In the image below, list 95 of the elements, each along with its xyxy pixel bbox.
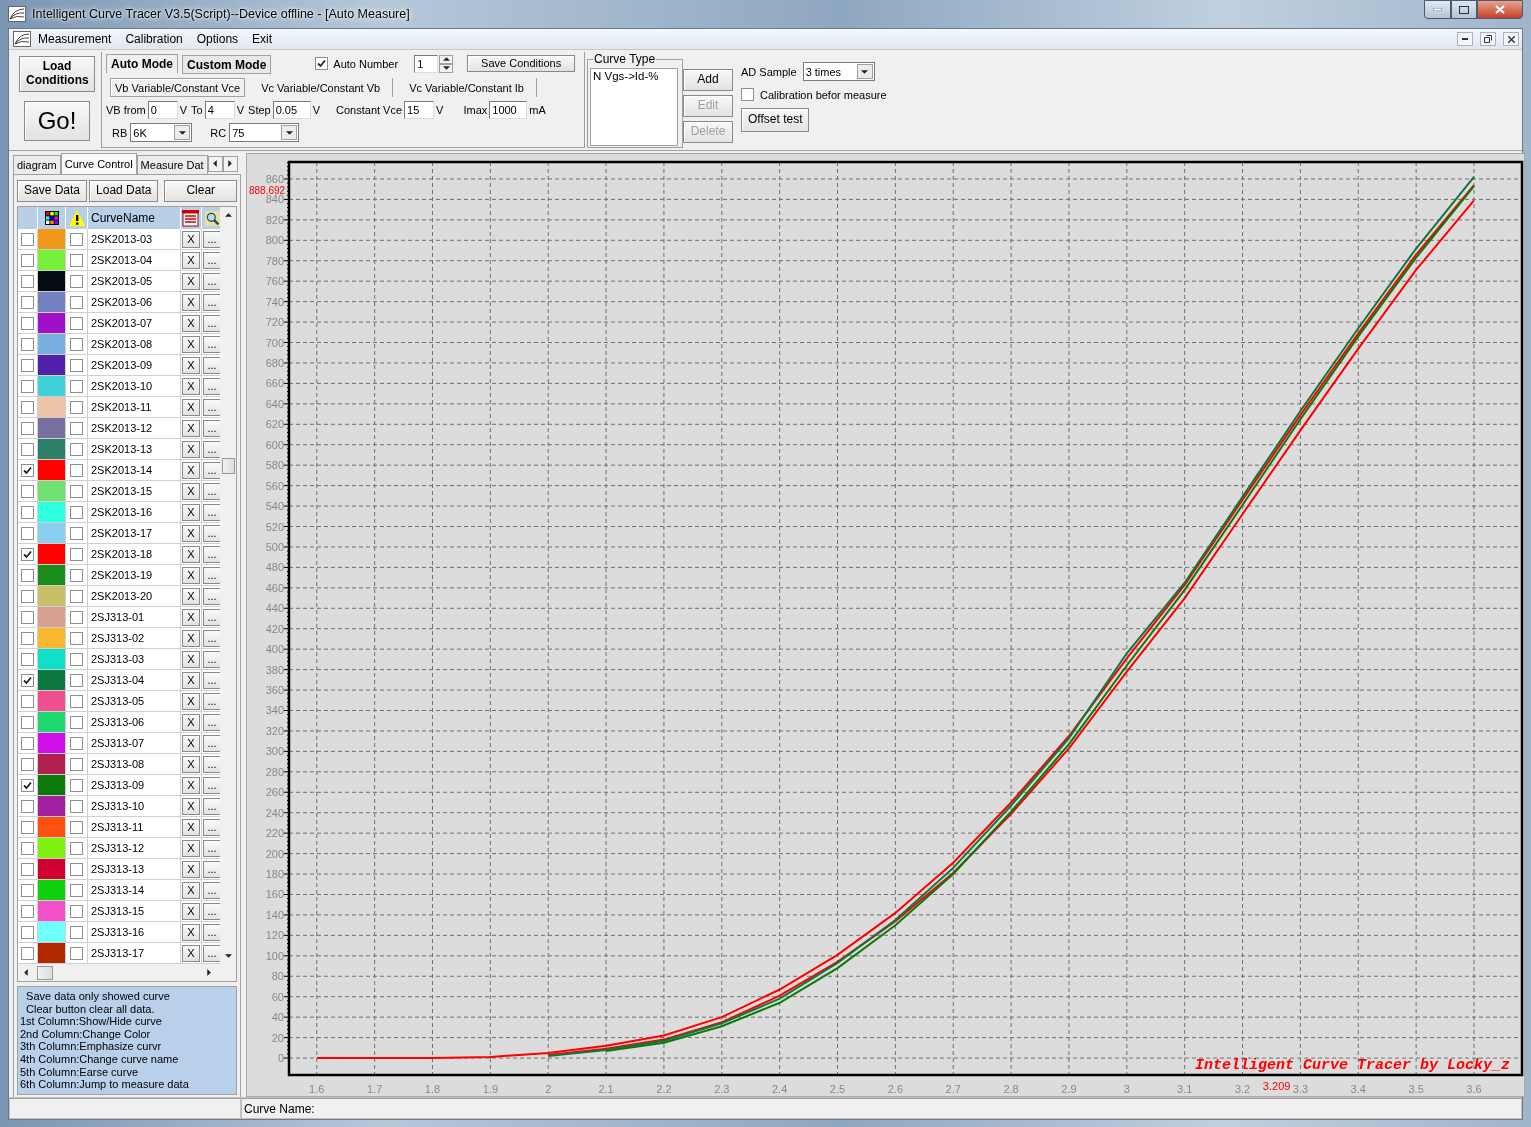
y-tick-label: 520 [265, 520, 284, 533]
field-label: To [191, 104, 203, 116]
x-tick-label: 3.4 [1350, 1083, 1366, 1095]
y-tick-label: 480 [265, 561, 284, 574]
y-tick-label: 840 [265, 193, 284, 206]
unit-label: mA [529, 104, 546, 116]
y-tick-label: 600 [265, 438, 284, 451]
unit-label: V [436, 104, 444, 116]
field-label: Constant Vce [336, 104, 403, 116]
unit-label: V [312, 104, 321, 116]
y-tick-label: 140 [265, 908, 284, 921]
unit-label: V [179, 104, 188, 116]
help-text: Clear button clear all data. [25, 1002, 156, 1016]
y-tick-label: 620 [265, 418, 284, 431]
x-tick-label: 2.1 [598, 1083, 614, 1095]
y-tick-label: 420 [265, 622, 284, 635]
x-tick-label: 2.4 [772, 1083, 788, 1095]
y-tick-label: 640 [265, 397, 284, 410]
help-text: 3th Column:Emphasize curvr [20, 1040, 163, 1053]
x-tick-label: 3.3 [1292, 1083, 1309, 1095]
y-tick-label: 440 [265, 602, 284, 615]
y-tick-label: 780 [265, 254, 284, 267]
y-tick-label: 200 [265, 847, 284, 860]
y-tick-label: 800 [265, 234, 284, 247]
y-tick-label: 580 [265, 459, 284, 472]
unit-label: V [236, 104, 245, 116]
cursor-value: 888.692 [249, 185, 286, 196]
y-tick-label: 380 [265, 663, 284, 676]
field-label: RB [112, 126, 128, 139]
cursor-value: 3.209 [1262, 1080, 1291, 1092]
help-text: 4th Column:Change curve name [20, 1052, 180, 1066]
y-tick-label: 240 [265, 806, 284, 819]
y-tick-label: 680 [265, 356, 284, 369]
x-tick-label: 2.3 [714, 1083, 730, 1095]
y-tick-label: 160 [265, 888, 284, 901]
calibration-label: Calibration befor measure [760, 88, 887, 101]
x-tick-label: 2.2 [656, 1083, 672, 1095]
y-tick-label: 260 [265, 786, 284, 799]
x-tick-label: 3.2 [1234, 1083, 1251, 1095]
y-tick-label: 360 [265, 684, 284, 697]
y-tick-label: 460 [265, 581, 284, 594]
y-tick-label: 760 [265, 275, 284, 288]
x-tick-label: 2.6 [887, 1083, 903, 1095]
auto-number-label: Auto Number [333, 57, 399, 70]
status-text: Curve Name: [244, 1101, 315, 1116]
help-text: Save data only showed curve [25, 990, 171, 1003]
help-text: 1st Column:Show/Hide curve [20, 1015, 163, 1028]
x-tick-label: 1.8 [424, 1083, 441, 1095]
y-tick-label: 120 [265, 929, 284, 942]
y-tick-label: 660 [265, 377, 284, 390]
y-tick-label: 400 [265, 643, 284, 656]
x-tick-label: 3.1 [1177, 1083, 1193, 1095]
y-tick-label: 80 [271, 970, 284, 983]
x-tick-label: 3.5 [1408, 1083, 1424, 1095]
field-label: Step [248, 104, 271, 116]
y-tick-label: 700 [265, 336, 284, 349]
field-label: VB from [106, 104, 146, 116]
y-tick-label: 0 [277, 1052, 284, 1065]
y-tick-label: 40 [271, 1011, 284, 1024]
chart-signature: Intelligent Curve Tracer by Locky_z [1194, 1057, 1510, 1074]
y-tick-label: 540 [265, 500, 284, 513]
y-tick-label: 300 [265, 745, 284, 758]
y-tick-label: 720 [265, 316, 284, 329]
y-tick-label: 280 [265, 765, 284, 778]
field-label: Imax [463, 104, 488, 116]
y-tick-label: 100 [265, 949, 284, 962]
y-tick-label: 60 [271, 990, 284, 1003]
x-tick-label: 2.5 [829, 1083, 846, 1095]
y-tick-label: 220 [265, 827, 284, 840]
x-tick-label: 2 [545, 1083, 552, 1095]
y-tick-label: 740 [265, 295, 284, 308]
x-tick-label: 1.9 [482, 1083, 498, 1095]
y-tick-label: 340 [265, 704, 284, 717]
help-text: 5th Column:Earse curve [20, 1065, 139, 1079]
x-tick-label: 1.6 [309, 1083, 325, 1095]
field-label: RC [210, 126, 227, 139]
help-text: 6th Column:Jump to measure data [20, 1078, 190, 1091]
x-tick-label: 3 [1123, 1083, 1130, 1095]
x-tick-label: 2.7 [945, 1083, 961, 1095]
help-text: 2nd Column:Change Color [20, 1027, 152, 1041]
y-tick-label: 500 [265, 540, 284, 553]
ad-sample-label: AD Sample [741, 65, 797, 78]
group-title: Curve Type [593, 52, 657, 66]
x-tick-label: 2.9 [1061, 1083, 1077, 1095]
window-title: Intelligent Curve Tracer V3.5(Script)--Device offline - [Auto Measure] [32, 7, 410, 21]
y-tick-label: 320 [265, 724, 284, 737]
y-tick-label: 20 [271, 1031, 284, 1044]
x-tick-label: 1.7 [367, 1083, 383, 1095]
y-tick-label: 820 [265, 213, 284, 226]
column-header: CurveName [91, 211, 156, 225]
y-tick-label: 180 [265, 868, 284, 881]
x-tick-label: 2.8 [1003, 1083, 1019, 1095]
y-tick-label: 860 [265, 172, 284, 185]
y-tick-label: 560 [265, 479, 284, 492]
x-tick-label: 3.6 [1466, 1083, 1482, 1095]
